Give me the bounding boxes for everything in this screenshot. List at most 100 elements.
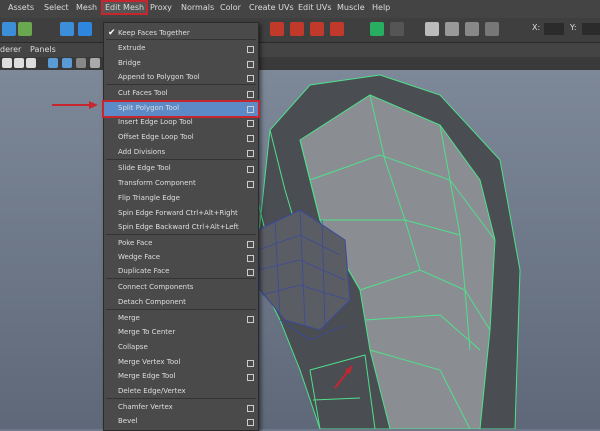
texture-icon[interactable]	[26, 58, 36, 68]
option-box-icon[interactable]	[247, 360, 254, 367]
construction-icon[interactable]	[390, 22, 404, 36]
menu-item-insert-edge-loop-tool[interactable]: Insert Edge Loop Tool	[104, 116, 258, 130]
y-coord-label: Y:	[570, 23, 577, 32]
menu-item-merge-to-center[interactable]: Merge To Center	[104, 326, 258, 340]
menu-item-label: Slide Edge Tool	[118, 164, 171, 172]
option-box-icon[interactable]	[247, 405, 254, 412]
menu-proxy[interactable]: Proxy	[150, 3, 172, 12]
menu-item-transform-component[interactable]: Transform Component	[104, 177, 258, 191]
snap-curve-icon[interactable]	[290, 22, 304, 36]
menu-separator	[106, 309, 256, 310]
menu-item-cut-faces-tool[interactable]: Cut Faces Tool	[104, 87, 258, 101]
option-box-icon[interactable]	[247, 61, 254, 68]
menu-item-spin-edge-forward[interactable]: Spin Edge Forward Ctrl+Alt+Right	[104, 207, 258, 221]
option-box-icon[interactable]	[247, 150, 254, 157]
menu-separator	[106, 39, 256, 40]
rotate-tool-icon[interactable]	[78, 22, 92, 36]
menu-help[interactable]: Help	[372, 3, 390, 12]
menu-item-bridge[interactable]: Bridge	[104, 57, 258, 71]
menu-item-wedge-face[interactable]: Wedge Face	[104, 251, 258, 265]
ipr-render-icon[interactable]	[465, 22, 479, 36]
checkmark-icon: ✔	[108, 28, 116, 38]
option-box-icon[interactable]	[247, 75, 254, 82]
menu-item-label: Extrude	[118, 44, 146, 52]
menu-assets[interactable]: Assets	[8, 3, 34, 12]
menu-item-connect-components[interactable]: Connect Components	[104, 281, 258, 295]
option-box-icon[interactable]	[247, 255, 254, 262]
menu-item-label: Detach Component	[118, 298, 186, 306]
menu-item-collapse[interactable]: Collapse	[104, 341, 258, 355]
menu-separator	[106, 159, 256, 160]
option-box-icon[interactable]	[247, 269, 254, 276]
menu-item-label: Poke Face	[118, 239, 153, 247]
y-coord-field[interactable]	[582, 23, 600, 35]
menu-item-add-divisions[interactable]: Add Divisions	[104, 146, 258, 160]
panel-icon-bar	[0, 57, 600, 70]
menu-item-label: Merge	[118, 314, 140, 322]
menu-item-label: Chamfer Vertex	[118, 403, 173, 411]
wireframe-icon[interactable]	[2, 58, 12, 68]
menu-item-bevel[interactable]: Bevel	[104, 415, 258, 429]
menu-select[interactable]: Select	[44, 3, 69, 12]
menu-muscle[interactable]: Muscle	[337, 3, 365, 12]
menu-item-extrude[interactable]: Extrude	[104, 42, 258, 56]
option-box-icon[interactable]	[247, 181, 254, 188]
render-settings-icon[interactable]	[485, 22, 499, 36]
select-tool-icon[interactable]	[2, 22, 16, 36]
option-box-icon[interactable]	[247, 120, 254, 127]
menu-edit-mesh[interactable]: Edit Mesh	[101, 0, 149, 15]
render-view-icon[interactable]	[425, 22, 439, 36]
menu-edit-uvs[interactable]: Edit UVs	[298, 3, 332, 12]
menu-item-append-to-polygon-tool[interactable]: Append to Polygon Tool	[104, 71, 258, 85]
menu-item-label: Keep Faces Together	[118, 29, 190, 37]
menu-item-split-polygon-tool[interactable]: Split Polygon Tool	[102, 100, 260, 118]
menu-item-slide-edge-tool[interactable]: Slide Edge Tool	[104, 162, 258, 176]
menu-separator	[106, 398, 256, 399]
option-box-icon[interactable]	[247, 135, 254, 142]
menu-color[interactable]: Color	[220, 3, 241, 12]
menu-item-merge-edge-tool[interactable]: Merge Edge Tool	[104, 370, 258, 384]
snap-grid-icon[interactable]	[270, 22, 284, 36]
option-box-icon[interactable]	[247, 419, 254, 426]
menu-item-spin-edge-backward[interactable]: Spin Edge Backward Ctrl+Alt+Left	[104, 221, 258, 235]
x-coord-field[interactable]	[544, 23, 564, 35]
menu-item-delete-edge-vertex[interactable]: Delete Edge/Vertex	[104, 385, 258, 399]
lights-icon[interactable]	[76, 58, 86, 68]
menu-item-label: Add Divisions	[118, 148, 166, 156]
menu-item-poke-face[interactable]: Poke Face	[104, 237, 258, 251]
menu-item-merge[interactable]: Merge	[104, 312, 258, 326]
checker-icon[interactable]	[90, 58, 100, 68]
viewport-3d[interactable]	[0, 70, 600, 429]
menu-item-label: Split Polygon Tool	[118, 104, 180, 112]
option-box-icon[interactable]	[247, 46, 254, 53]
lasso-tool-icon[interactable]	[18, 22, 32, 36]
cube-icon[interactable]	[48, 58, 58, 68]
option-box-icon[interactable]	[247, 91, 254, 98]
menu-item-flip-triangle-edge[interactable]: Flip Triangle Edge	[104, 192, 258, 206]
menu-normals[interactable]: Normals	[181, 3, 214, 12]
render-frame-icon[interactable]	[445, 22, 459, 36]
shaded-icon[interactable]	[14, 58, 24, 68]
panel-menu-renderer[interactable]: derer	[0, 45, 21, 54]
menu-mesh[interactable]: Mesh	[76, 3, 97, 12]
menu-create-uvs[interactable]: Create UVs	[249, 3, 294, 12]
panel-menu-panels[interactable]: Panels	[30, 45, 56, 54]
cube-light-icon[interactable]	[62, 58, 72, 68]
option-box-icon[interactable]	[247, 316, 254, 323]
option-box-icon[interactable]	[247, 374, 254, 381]
menu-item-merge-vertex-tool[interactable]: Merge Vertex Tool	[104, 356, 258, 370]
menu-item-label: Bevel	[118, 417, 138, 425]
option-box-icon[interactable]	[247, 241, 254, 248]
option-box-icon[interactable]	[247, 166, 254, 173]
option-box-icon[interactable]	[247, 106, 254, 113]
menu-item-detach-component[interactable]: Detach Component	[104, 296, 258, 310]
snap-surface-icon[interactable]	[330, 22, 344, 36]
menu-item-label: Delete Edge/Vertex	[118, 387, 186, 395]
history-icon[interactable]	[370, 22, 384, 36]
move-tool-icon[interactable]	[60, 22, 74, 36]
menu-item-duplicate-face[interactable]: Duplicate Face	[104, 265, 258, 279]
menu-item-label: Offset Edge Loop Tool	[118, 133, 194, 141]
menu-item-chamfer-vertex[interactable]: Chamfer Vertex	[104, 401, 258, 415]
menu-item-offset-edge-loop-tool[interactable]: Offset Edge Loop Tool	[104, 131, 258, 145]
snap-point-icon[interactable]	[310, 22, 324, 36]
